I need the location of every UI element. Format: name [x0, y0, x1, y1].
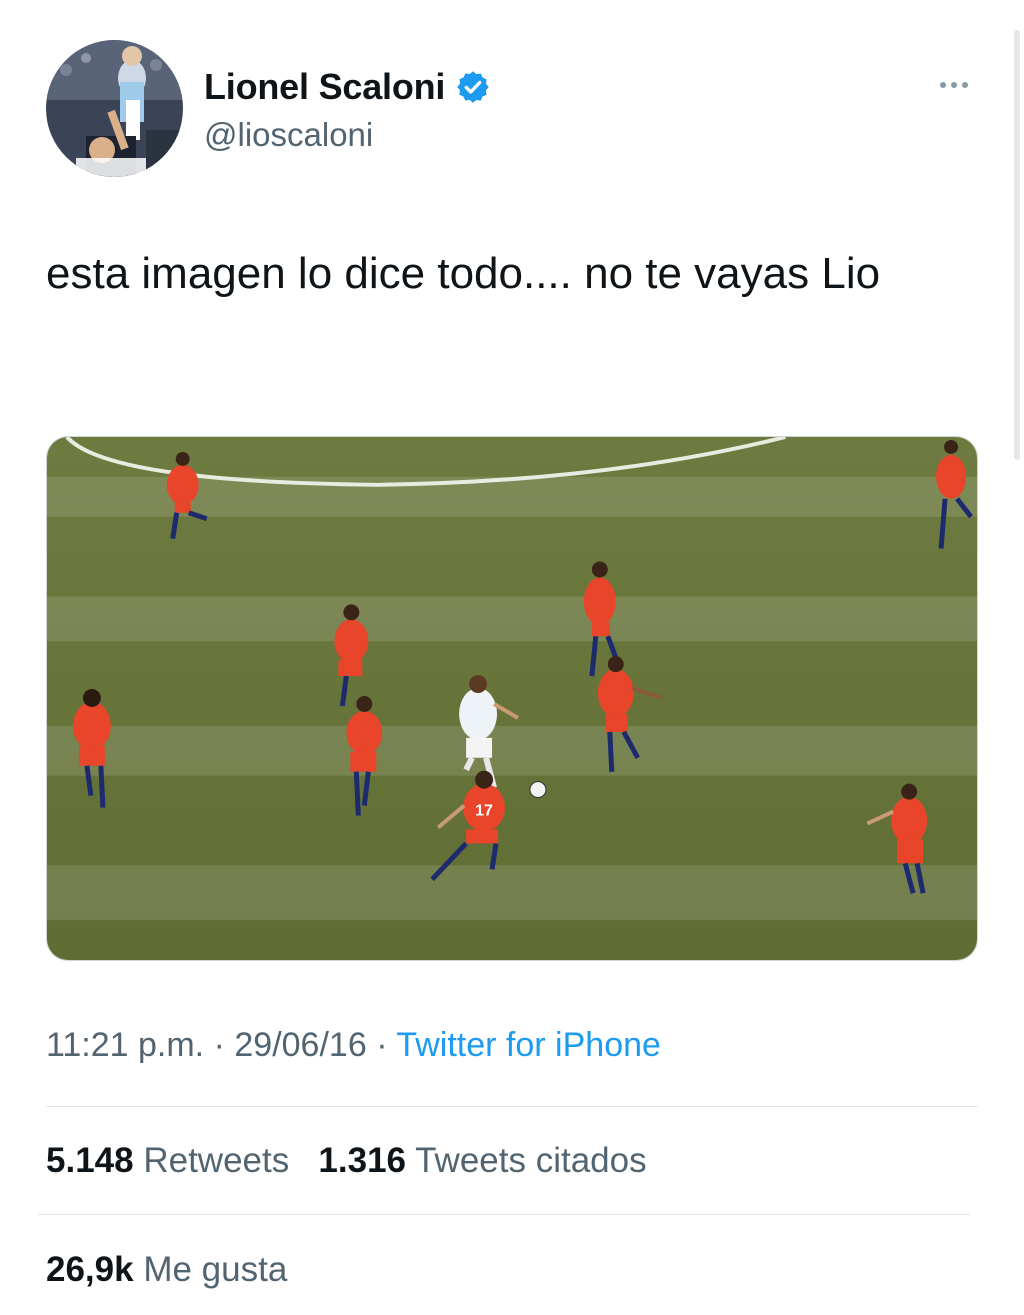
scrollbar[interactable] — [1014, 30, 1020, 460]
more-options-icon[interactable] — [932, 70, 976, 100]
more-dot — [940, 82, 946, 88]
avatar[interactable] — [46, 40, 183, 177]
tweet-time[interactable]: 11:21 p.m. — [46, 1026, 204, 1064]
tweet-media-image[interactable]: 17 — [46, 436, 978, 961]
likes-count: 26,9k — [46, 1250, 134, 1289]
tweet-header: Lionel Scaloni @lioscaloni — [46, 40, 986, 180]
author-display-name[interactable]: Lionel Scaloni — [204, 66, 445, 108]
avatar-image — [46, 40, 183, 177]
quotes-count: 1.316 — [318, 1141, 407, 1180]
retweets-count: 5.148 — [46, 1141, 134, 1180]
meta-separator: · — [213, 1026, 225, 1064]
tweet-date[interactable]: 29/06/16 — [234, 1026, 366, 1064]
retweets-label: Retweets — [143, 1141, 290, 1180]
meta-separator: · — [376, 1026, 388, 1064]
shirt-number: 17 — [475, 803, 493, 820]
verified-badge-icon — [455, 69, 491, 105]
author-handle[interactable]: @lioscaloni — [204, 116, 491, 154]
quotes-stat[interactable]: 1.316 Tweets citados — [318, 1141, 646, 1180]
tweet-meta: 11:21 p.m. · 29/06/16 · Twitter for iPho… — [46, 1026, 661, 1065]
retweets-stat[interactable]: 5.148 Retweets — [46, 1141, 299, 1180]
likes-stats: 26,9k Me gusta — [46, 1250, 287, 1290]
tweet-source-link[interactable]: Twitter for iPhone — [396, 1026, 661, 1064]
football-pitch-photo: 17 — [47, 437, 977, 960]
tweet-text: esta imagen lo dice todo.... no te vayas… — [46, 249, 881, 298]
football — [529, 781, 547, 799]
divider — [38, 1214, 970, 1215]
quotes-label: Tweets citados — [415, 1141, 647, 1180]
engagement-stats: 5.148 Retweets 1.316 Tweets citados — [46, 1141, 647, 1181]
more-dot — [962, 82, 968, 88]
likes-stat[interactable]: 26,9k Me gusta — [46, 1250, 287, 1289]
divider — [46, 1106, 978, 1107]
more-dot — [951, 82, 957, 88]
likes-label: Me gusta — [143, 1250, 288, 1289]
